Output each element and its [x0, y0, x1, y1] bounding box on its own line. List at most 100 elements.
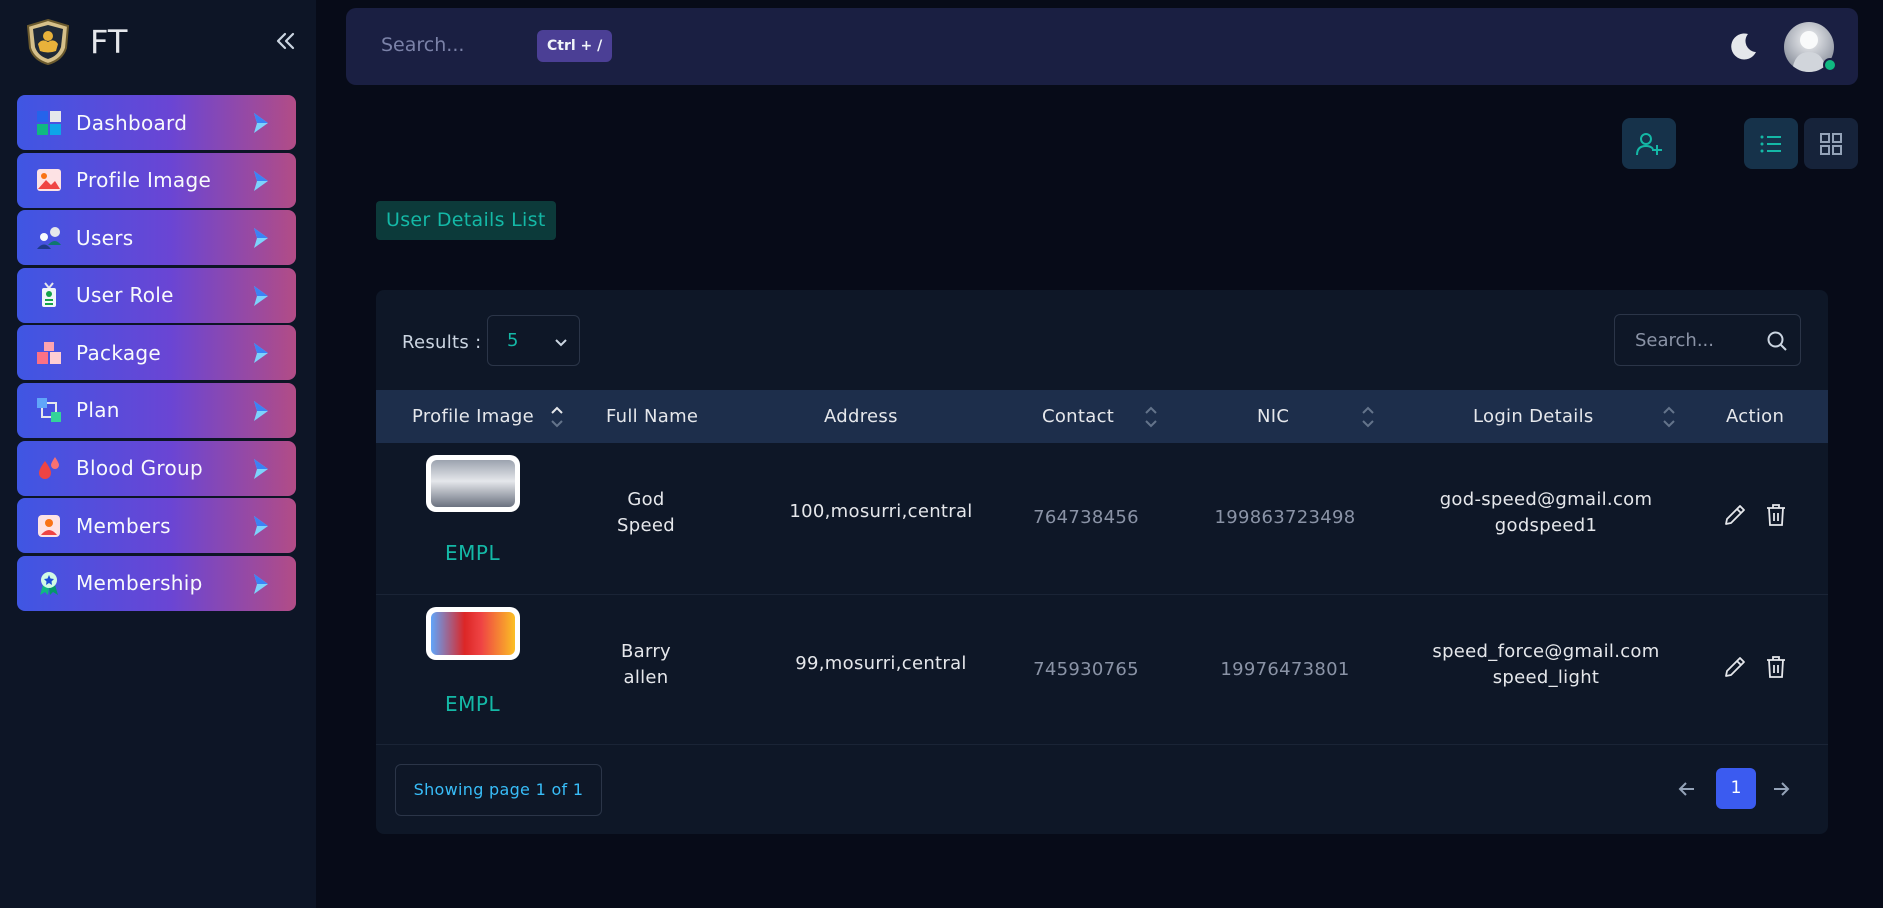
chevron-right-icon [254, 285, 268, 306]
sidebar-item-label: Members [76, 513, 171, 538]
role-badge: EMPL [445, 692, 501, 716]
full-name-cell: Barry allen [606, 639, 686, 691]
column-header-full-name: Full Name [606, 406, 699, 427]
brand-name: FT [90, 23, 128, 61]
profile-thumbnail[interactable] [426, 607, 520, 660]
member-icon [38, 514, 60, 537]
sort-icon[interactable] [1144, 403, 1158, 431]
column-header-profile-image[interactable]: Profile Image [412, 406, 534, 427]
sidebar-item-label: User Role [76, 283, 174, 308]
chevron-right-icon [254, 170, 268, 191]
id-badge-icon [42, 282, 56, 308]
sidebar-item-members[interactable]: Members [17, 498, 296, 554]
list-view-button[interactable] [1744, 118, 1798, 169]
global-search-input[interactable] [381, 34, 521, 56]
first-name: God [627, 489, 665, 510]
chevron-right-icon [254, 400, 268, 421]
collapse-sidebar-icon[interactable] [272, 28, 298, 54]
sidebar-item-plan[interactable]: Plan [17, 382, 296, 438]
sidebar-item-package[interactable]: Package [17, 325, 296, 381]
sidebar: FT Dashboard Profile Image Users User Ro… [0, 0, 316, 908]
contact-cell: 745930765 [1033, 659, 1139, 680]
username: speed_light [1492, 667, 1600, 688]
sidebar-item-dashboard[interactable]: Dashboard [17, 95, 296, 150]
email: speed_force@gmail.com [1432, 641, 1660, 662]
last-name: Speed [617, 515, 675, 536]
brand[interactable]: FT [24, 18, 127, 66]
sidebar-item-label: Membership [76, 571, 203, 596]
page-button[interactable]: 1 [1716, 768, 1756, 809]
list-icon [1760, 135, 1781, 153]
login-details-cell: speed_force@gmail.com speed_light [1416, 639, 1676, 691]
logo-icon [26, 18, 70, 66]
sidebar-item-users[interactable]: Users [17, 210, 296, 266]
results-label: Results : [402, 332, 482, 353]
profile-thumbnail[interactable] [426, 455, 520, 512]
users-icon [37, 226, 61, 249]
topbar: Ctrl + / [346, 8, 1858, 85]
search-shortcut-badge: Ctrl + / [537, 30, 613, 62]
page-title: User Details List [376, 201, 556, 240]
arrow-right-icon[interactable] [1770, 778, 1792, 800]
blood-drop-icon [39, 457, 59, 480]
sidebar-item-label: Profile Image [76, 168, 212, 193]
nic-cell: 199863723498 [1214, 507, 1356, 528]
full-name-cell: God Speed [606, 487, 686, 539]
username: godspeed1 [1494, 515, 1598, 536]
results-value: 5 [507, 330, 519, 351]
dashboard-icon [37, 110, 61, 135]
user-table-card: Results : 5 Profile Image Full Name Addr… [376, 290, 1828, 834]
table-search-input[interactable] [1635, 330, 1755, 351]
add-user-button[interactable] [1622, 118, 1676, 169]
address-cell: 100,mosurri,central [789, 501, 973, 522]
delete-icon[interactable] [1763, 502, 1789, 528]
login-details-cell: god-speed@gmail.com godspeed1 [1416, 487, 1676, 539]
chevron-right-icon [254, 516, 268, 537]
sidebar-nav: Dashboard Profile Image Users User Role … [17, 95, 296, 613]
column-header-address: Address [824, 406, 898, 427]
user-plus-icon [1636, 133, 1662, 156]
dark-mode-toggle-icon[interactable] [1728, 30, 1760, 62]
last-name: allen [623, 667, 669, 688]
edit-icon[interactable] [1722, 502, 1748, 528]
sort-icon[interactable] [1662, 403, 1676, 431]
grid-view-button[interactable] [1804, 118, 1858, 169]
image-icon [37, 169, 61, 192]
column-header-contact[interactable]: Contact [1042, 406, 1114, 427]
nic-cell: 19976473801 [1220, 659, 1350, 680]
address-cell: 99,mosurri,central [795, 653, 967, 674]
sidebar-item-user-role[interactable]: User Role [17, 267, 296, 323]
edit-icon[interactable] [1722, 654, 1748, 680]
search-icon[interactable] [1766, 330, 1788, 352]
table-row: EMPL Barry allen 99,mosurri,central 7459… [376, 595, 1828, 745]
online-status-dot [1823, 58, 1837, 72]
sort-icon[interactable] [550, 403, 564, 431]
sidebar-item-label: Plan [76, 398, 120, 423]
column-header-login-details[interactable]: Login Details [1473, 406, 1594, 427]
email: god-speed@gmail.com [1439, 489, 1653, 510]
grid-icon [1820, 133, 1842, 155]
sidebar-item-blood-group[interactable]: Blood Group [17, 440, 296, 496]
first-name: Barry [620, 641, 671, 662]
chevron-right-icon [254, 458, 268, 479]
table-header: Profile Image Full Name Address Contact … [376, 390, 1828, 443]
chevron-right-icon [254, 343, 268, 364]
sidebar-item-profile-image[interactable]: Profile Image [17, 152, 296, 208]
table-search [1614, 314, 1801, 366]
delete-icon[interactable] [1763, 654, 1789, 680]
package-icon [37, 341, 61, 364]
plan-icon [37, 398, 61, 423]
column-header-nic[interactable]: NIC [1257, 406, 1289, 427]
sidebar-item-label: Blood Group [76, 456, 203, 481]
results-per-page-select[interactable]: 5 [487, 315, 580, 366]
column-header-action: Action [1726, 406, 1785, 427]
sidebar-item-membership[interactable]: Membership [17, 555, 296, 611]
sort-icon[interactable] [1361, 403, 1375, 431]
contact-cell: 764738456 [1033, 507, 1139, 528]
chevron-right-icon [254, 573, 268, 594]
arrow-left-icon[interactable] [1676, 778, 1698, 800]
role-badge: EMPL [445, 541, 501, 565]
award-icon [40, 572, 58, 596]
chevron-right-icon [254, 113, 268, 133]
sidebar-item-label: Package [76, 340, 162, 365]
